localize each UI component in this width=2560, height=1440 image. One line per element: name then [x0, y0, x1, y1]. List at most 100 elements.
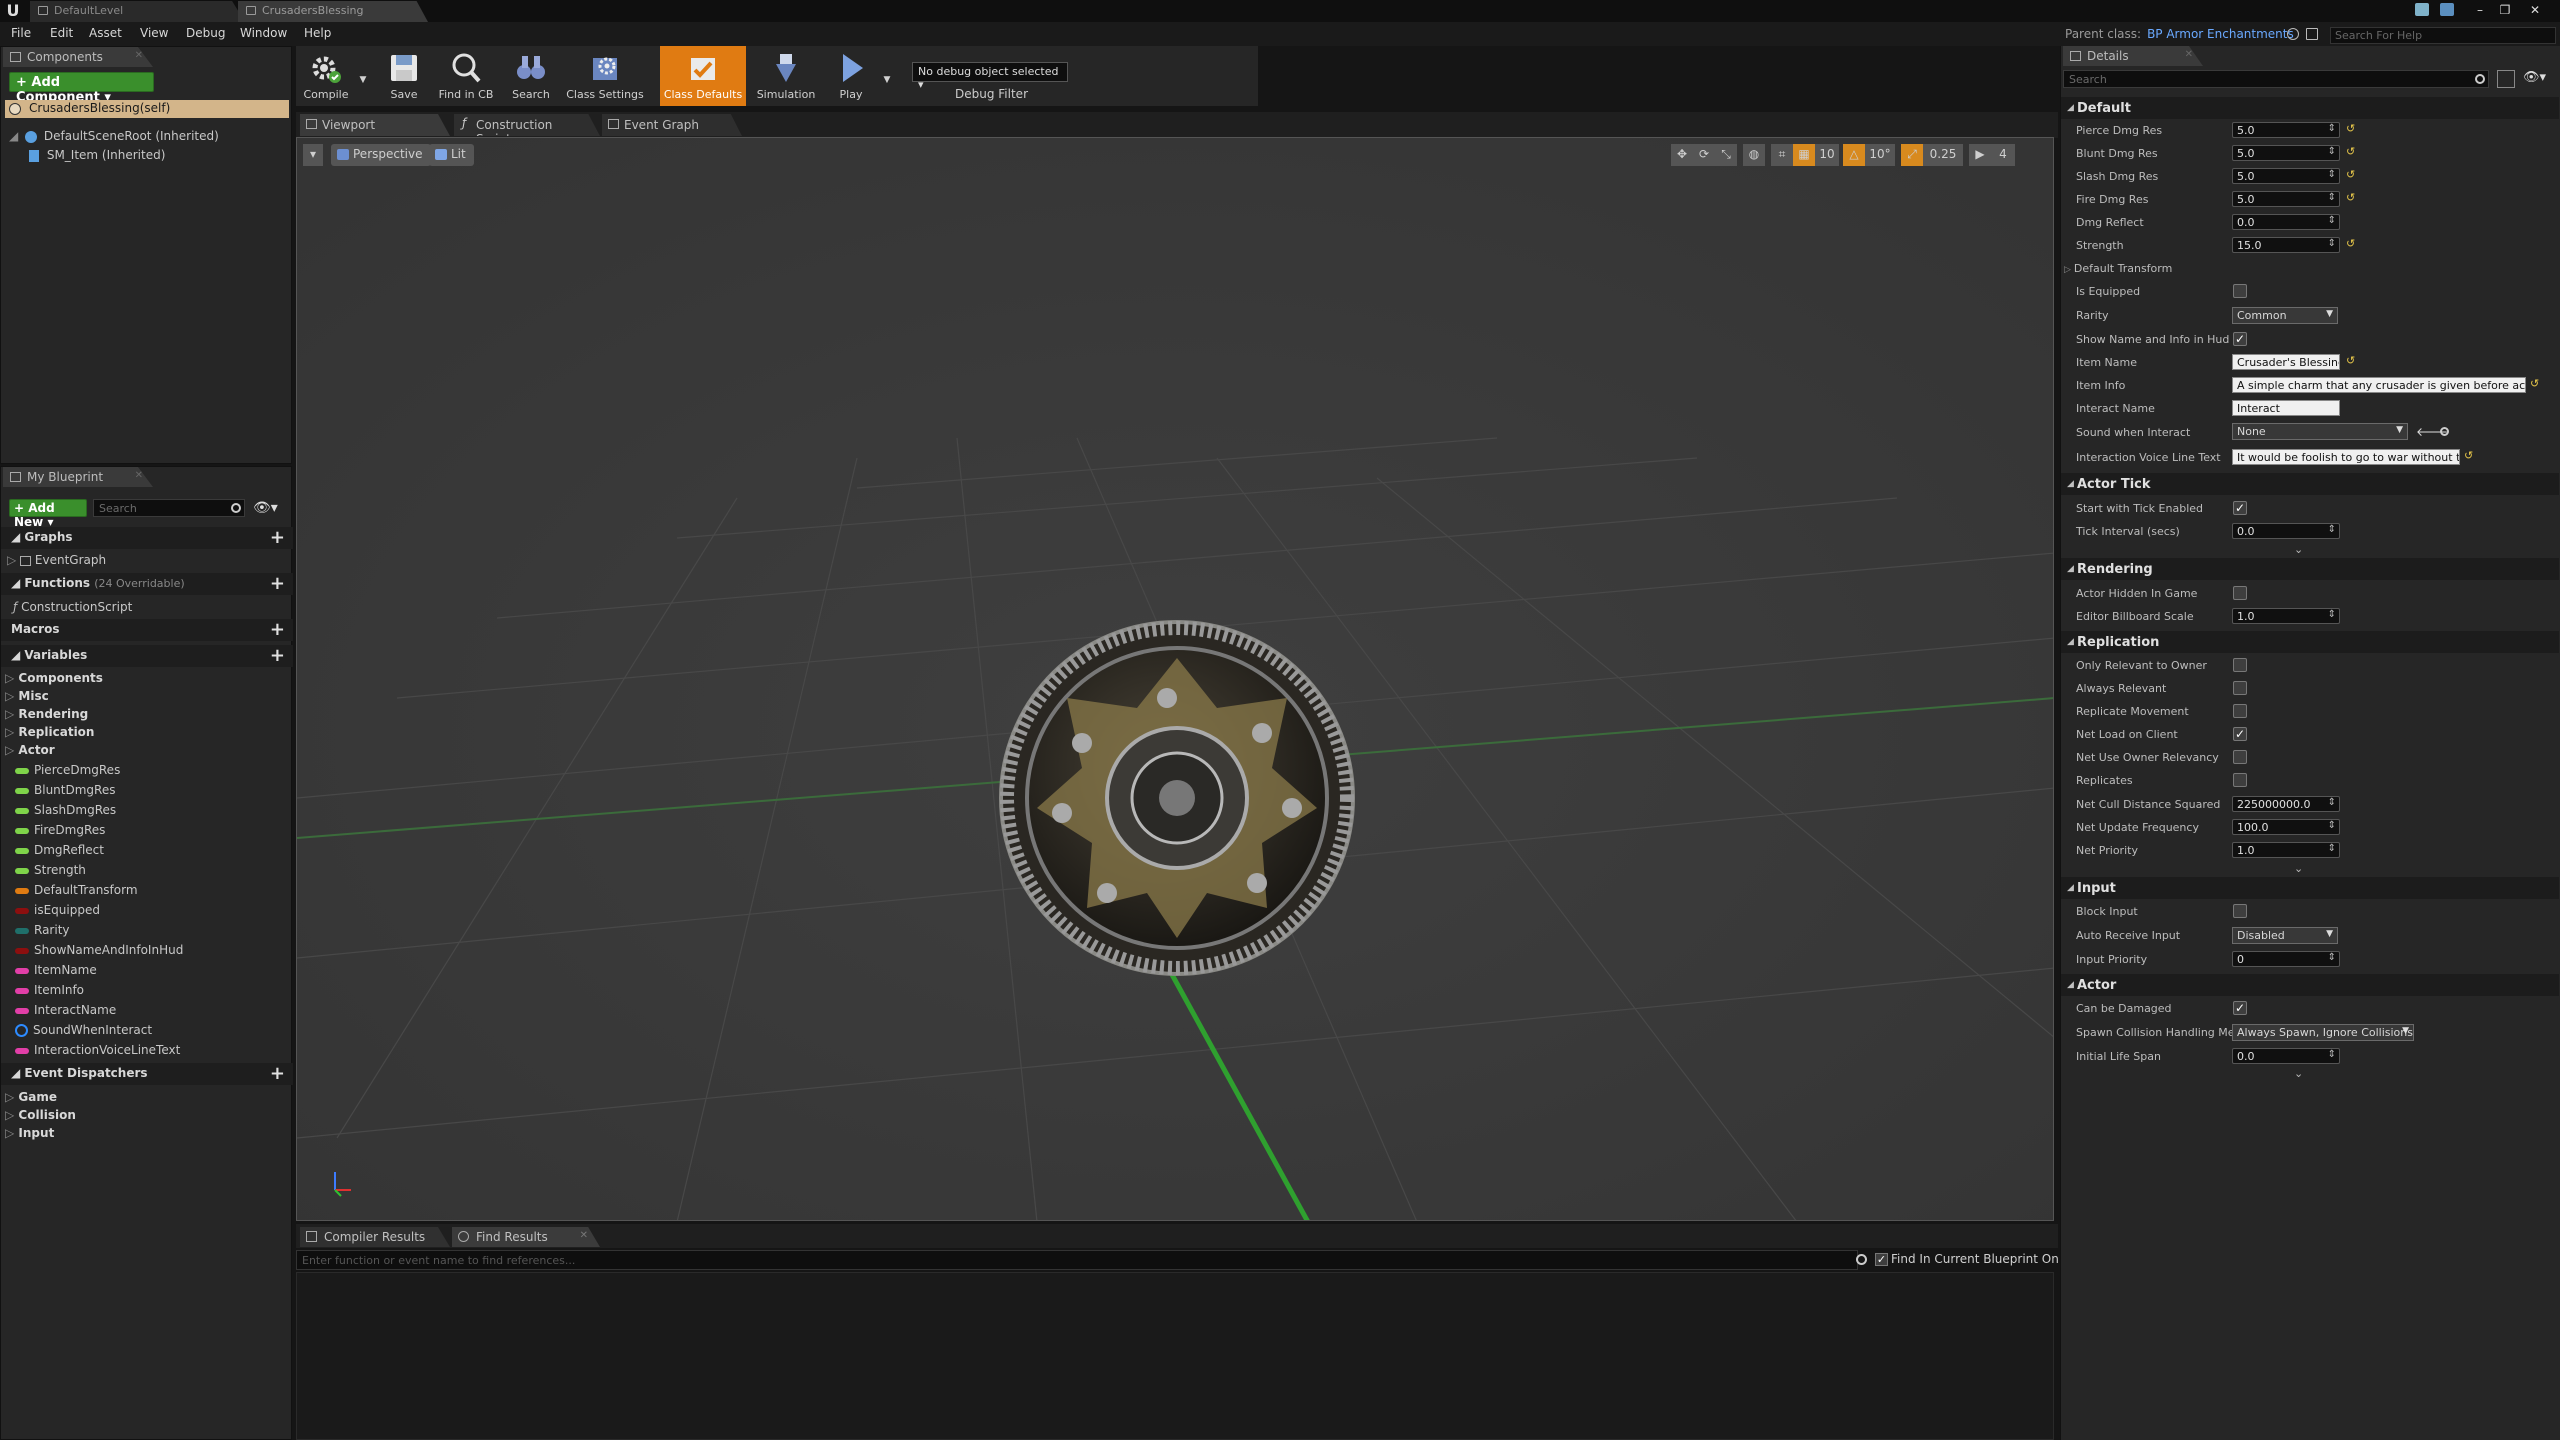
translate-tool-icon[interactable]: ✥: [1671, 144, 1693, 166]
tab-my-blueprint[interactable]: My Blueprint ✕: [3, 467, 153, 487]
compile-options-dropdown[interactable]: ▼: [356, 46, 370, 106]
tab-crusaders-blessing[interactable]: CrusadersBlessing: [238, 1, 428, 22]
add-macro-icon[interactable]: +: [270, 619, 285, 640]
reset-to-default-icon[interactable]: ↺: [2346, 168, 2355, 181]
graph-event-graph[interactable]: ▷ EventGraph: [7, 553, 106, 567]
details-search-input[interactable]: Search: [2063, 70, 2489, 88]
section-event-dispatchers[interactable]: ◢ Event Dispatchers +: [1, 1063, 293, 1085]
variable-item[interactable]: isEquipped: [15, 903, 100, 917]
variable-item[interactable]: PierceDmgRes: [15, 763, 120, 777]
simulation-button[interactable]: Simulation: [754, 46, 818, 106]
life-span-field[interactable]: 0.0 ⇕: [2232, 1048, 2340, 1064]
help-search-input[interactable]: Search For Help: [2330, 27, 2556, 44]
billboard-scale-field[interactable]: 1.0 ⇕: [2232, 608, 2340, 624]
menu-edit[interactable]: Edit: [50, 26, 73, 40]
close-tab-icon[interactable]: ✕: [580, 1230, 588, 1241]
details-category-input[interactable]: ◢ Input: [2061, 877, 2559, 899]
sound-asset-picker[interactable]: None ▼: [2232, 423, 2408, 440]
find-references-input[interactable]: Enter function or event name to find ref…: [296, 1250, 1858, 1270]
world-local-icon[interactable]: ◍: [1743, 144, 1765, 166]
section-functions[interactable]: ◢ Functions (24 Overridable) +: [1, 573, 293, 595]
variable-item[interactable]: FireDmgRes: [15, 823, 105, 837]
variable-item[interactable]: ShowNameAndInfoInHud: [15, 943, 183, 957]
tab-compiler-results[interactable]: Compiler Results: [300, 1227, 450, 1247]
rarity-dropdown[interactable]: Common ▼: [2232, 307, 2338, 324]
close-tab-icon[interactable]: ✕: [135, 50, 143, 61]
cull-distance-field[interactable]: 225000000.0 ⇕: [2232, 796, 2340, 812]
tab-components[interactable]: Components ✕: [3, 47, 153, 67]
find-current-only-checkbox[interactable]: ✓: [1875, 1253, 1888, 1266]
show-name-checkbox[interactable]: ✓: [2233, 332, 2247, 346]
menu-window[interactable]: Window: [240, 26, 287, 40]
var-category-misc[interactable]: ▷ Misc: [5, 689, 49, 703]
menu-asset[interactable]: Asset: [89, 26, 122, 40]
advanced-expand-icon[interactable]: ⌄: [2294, 543, 2303, 556]
var-category-actor[interactable]: ▷ Actor: [5, 743, 55, 757]
tab-details[interactable]: Details ✕: [2063, 46, 2203, 66]
class-defaults-button[interactable]: Class Defaults: [660, 46, 746, 106]
add-function-icon[interactable]: +: [270, 573, 285, 594]
play-options-dropdown[interactable]: ▼: [880, 46, 894, 106]
var-category-rendering[interactable]: ▷ Rendering: [5, 707, 88, 721]
interact-name-field[interactable]: Interact: [2232, 400, 2340, 416]
edit-parent-icon[interactable]: [2306, 28, 2318, 40]
menu-file[interactable]: File: [11, 26, 31, 40]
reset-to-default-icon[interactable]: ↺: [2346, 122, 2355, 135]
slash-dmg-res-field[interactable]: 5.0 ⇕: [2232, 168, 2340, 184]
replicates-checkbox[interactable]: [2233, 773, 2247, 787]
var-category-components[interactable]: ▷ Components: [5, 671, 103, 685]
notification-icon[interactable]: [2415, 3, 2429, 16]
tab-event-graph[interactable]: Event Graph: [602, 114, 742, 136]
grid-snap-icon[interactable]: ▦: [1793, 144, 1815, 166]
scale-snap-value[interactable]: 0.25: [1923, 144, 1963, 166]
net-priority-field[interactable]: 1.0 ⇕: [2232, 842, 2340, 858]
reset-to-default-icon[interactable]: ↺: [2530, 377, 2539, 390]
always-relevant-checkbox[interactable]: [2233, 681, 2247, 695]
var-category-replication[interactable]: ▷ Replication: [5, 725, 94, 739]
rotation-snap-value[interactable]: 10°: [1865, 144, 1895, 166]
variable-item[interactable]: BluntDmgRes: [15, 783, 115, 797]
reset-to-default-icon[interactable]: ↺: [2464, 449, 2473, 462]
advanced-expand-icon[interactable]: ⌄: [2294, 862, 2303, 875]
add-component-button[interactable]: + Add Component ▾: [9, 72, 154, 105]
find-in-cb-button[interactable]: Find in CB: [434, 46, 498, 106]
dispatcher-category-input[interactable]: ▷ Input: [5, 1126, 54, 1140]
menu-debug[interactable]: Debug: [186, 26, 225, 40]
component-sm-item[interactable]: SM_Item (Inherited): [29, 148, 165, 162]
function-construction-script[interactable]: ƒ ConstructionScript: [13, 600, 132, 614]
browse-icon[interactable]: [2287, 28, 2299, 40]
variable-item[interactable]: Rarity: [15, 923, 70, 937]
details-category-rendering[interactable]: ◢ Rendering: [2061, 558, 2559, 580]
view-options-icon[interactable]: 👁▾: [2523, 70, 2546, 85]
fire-dmg-res-field[interactable]: 5.0 ⇕: [2232, 191, 2340, 207]
play-button[interactable]: Play: [826, 46, 876, 106]
input-priority-field[interactable]: 0 ⇕: [2232, 951, 2340, 967]
reset-to-default-icon[interactable]: ↺: [2346, 145, 2355, 158]
start-tick-checkbox[interactable]: ✓: [2233, 501, 2247, 515]
update-frequency-field[interactable]: 100.0 ⇕: [2232, 819, 2340, 835]
dispatcher-category-game[interactable]: ▷ Game: [5, 1090, 57, 1104]
debug-object-select[interactable]: No debug object selected ▾: [912, 62, 1068, 91]
owner-relevancy-checkbox[interactable]: [2233, 750, 2247, 764]
feedback-icon[interactable]: [2440, 3, 2454, 16]
variable-item[interactable]: InteractName: [15, 1003, 116, 1017]
close-button[interactable]: ✕: [2525, 2, 2545, 18]
is-equipped-checkbox[interactable]: [2233, 284, 2247, 298]
dispatcher-category-collision[interactable]: ▷ Collision: [5, 1108, 76, 1122]
reset-to-default-icon[interactable]: ↺: [2346, 191, 2355, 204]
save-button[interactable]: Save: [380, 46, 428, 106]
camera-speed-icon[interactable]: ▶: [1969, 144, 1991, 166]
block-input-checkbox[interactable]: [2233, 904, 2247, 918]
details-category-replication[interactable]: ◢ Replication: [2061, 631, 2559, 653]
replicate-movement-checkbox[interactable]: [2233, 704, 2247, 718]
add-dispatcher-icon[interactable]: +: [270, 1063, 285, 1084]
item-name-field[interactable]: Crusader's Blessing: [2232, 354, 2340, 370]
grid-view-icon[interactable]: [2497, 70, 2515, 88]
variable-item[interactable]: ItemInfo: [15, 983, 84, 997]
rotation-snap-icon[interactable]: △: [1843, 144, 1865, 166]
lit-button[interactable]: Lit: [429, 144, 474, 166]
rotate-tool-icon[interactable]: ⟳: [1693, 144, 1715, 166]
blunt-dmg-res-field[interactable]: 5.0 ⇕: [2232, 145, 2340, 161]
surface-snap-icon[interactable]: ⌗: [1771, 144, 1793, 166]
details-category-default[interactable]: ◢ Default: [2061, 97, 2559, 119]
